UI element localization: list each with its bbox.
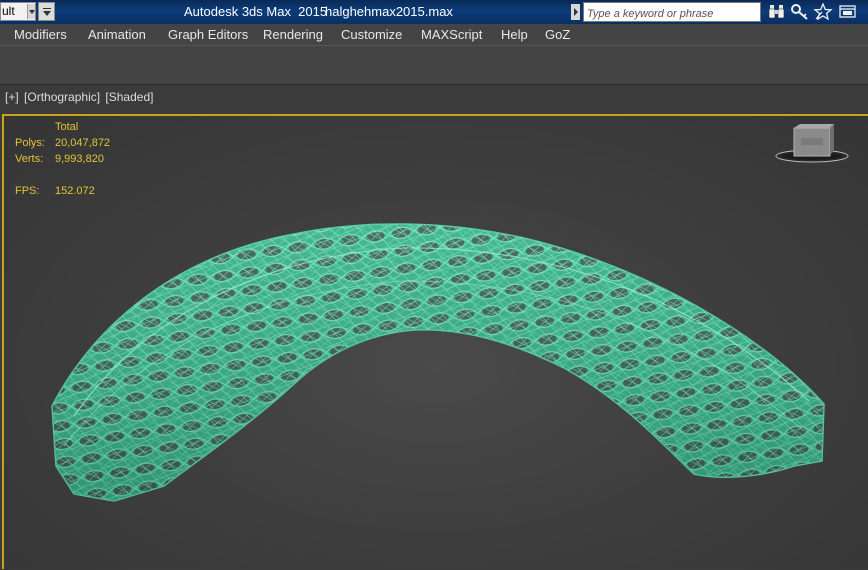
verts-value: 9,993,820: [55, 153, 104, 165]
viewport-label-menu: [+] [Orthographic] [Shaded]: [5, 90, 155, 104]
verts-label: Verts:: [15, 153, 44, 165]
quick-access-dropdown-button[interactable]: [38, 2, 55, 21]
star-icon[interactable]: [813, 3, 833, 21]
fps-value: 152.072: [55, 185, 95, 197]
polys-value: 20,047,872: [55, 137, 111, 149]
menu-customize[interactable]: Customize: [341, 27, 402, 42]
menu-help[interactable]: Help: [501, 27, 528, 42]
search-input[interactable]: [583, 2, 761, 22]
title-bar: ult Autodesk 3ds Max 2015 halghehmax2015…: [0, 0, 868, 24]
stats-header: Total: [55, 121, 79, 133]
viewport-general-menu[interactable]: [+]: [5, 90, 19, 104]
viewport-shading-menu[interactable]: [Shaded]: [105, 90, 153, 104]
menu-modifiers[interactable]: Modifiers: [14, 27, 67, 42]
binoculars-icon[interactable]: [767, 3, 787, 21]
workspace-dropdown[interactable]: ult: [0, 2, 36, 21]
chevron-down-icon[interactable]: [27, 4, 35, 19]
key-icon[interactable]: [790, 3, 810, 21]
lattice-arch-model[interactable]: [4, 116, 868, 569]
exchange-icon[interactable]: [838, 3, 858, 21]
workspace-value: ult: [2, 4, 15, 18]
app-title: Autodesk 3ds Max 2015: [184, 4, 328, 19]
menu-rendering[interactable]: Rendering: [263, 27, 323, 42]
menu-bar: Modifiers Animation Graph Editors Render…: [0, 24, 868, 45]
viewport-point-of-view-menu[interactable]: [Orthographic]: [24, 90, 100, 104]
menu-maxscript[interactable]: MAXScript: [421, 27, 482, 42]
viewcube-icon[interactable]: [774, 124, 850, 166]
polys-label: Polys:: [15, 137, 45, 149]
fps-label: FPS:: [15, 185, 40, 197]
chevron-down-icon: [43, 11, 51, 16]
toolbar-area: [0, 45, 868, 83]
menu-goz[interactable]: GoZ: [545, 27, 570, 42]
menu-animation[interactable]: Animation: [88, 27, 146, 42]
file-name: halghehmax2015.max: [325, 4, 453, 19]
menu-bar-icon: [43, 8, 51, 9]
menu-graph-editors[interactable]: Graph Editors: [168, 27, 248, 42]
orthographic-viewport[interactable]: [2, 114, 868, 569]
search-expand-arrow-icon[interactable]: [571, 4, 580, 20]
